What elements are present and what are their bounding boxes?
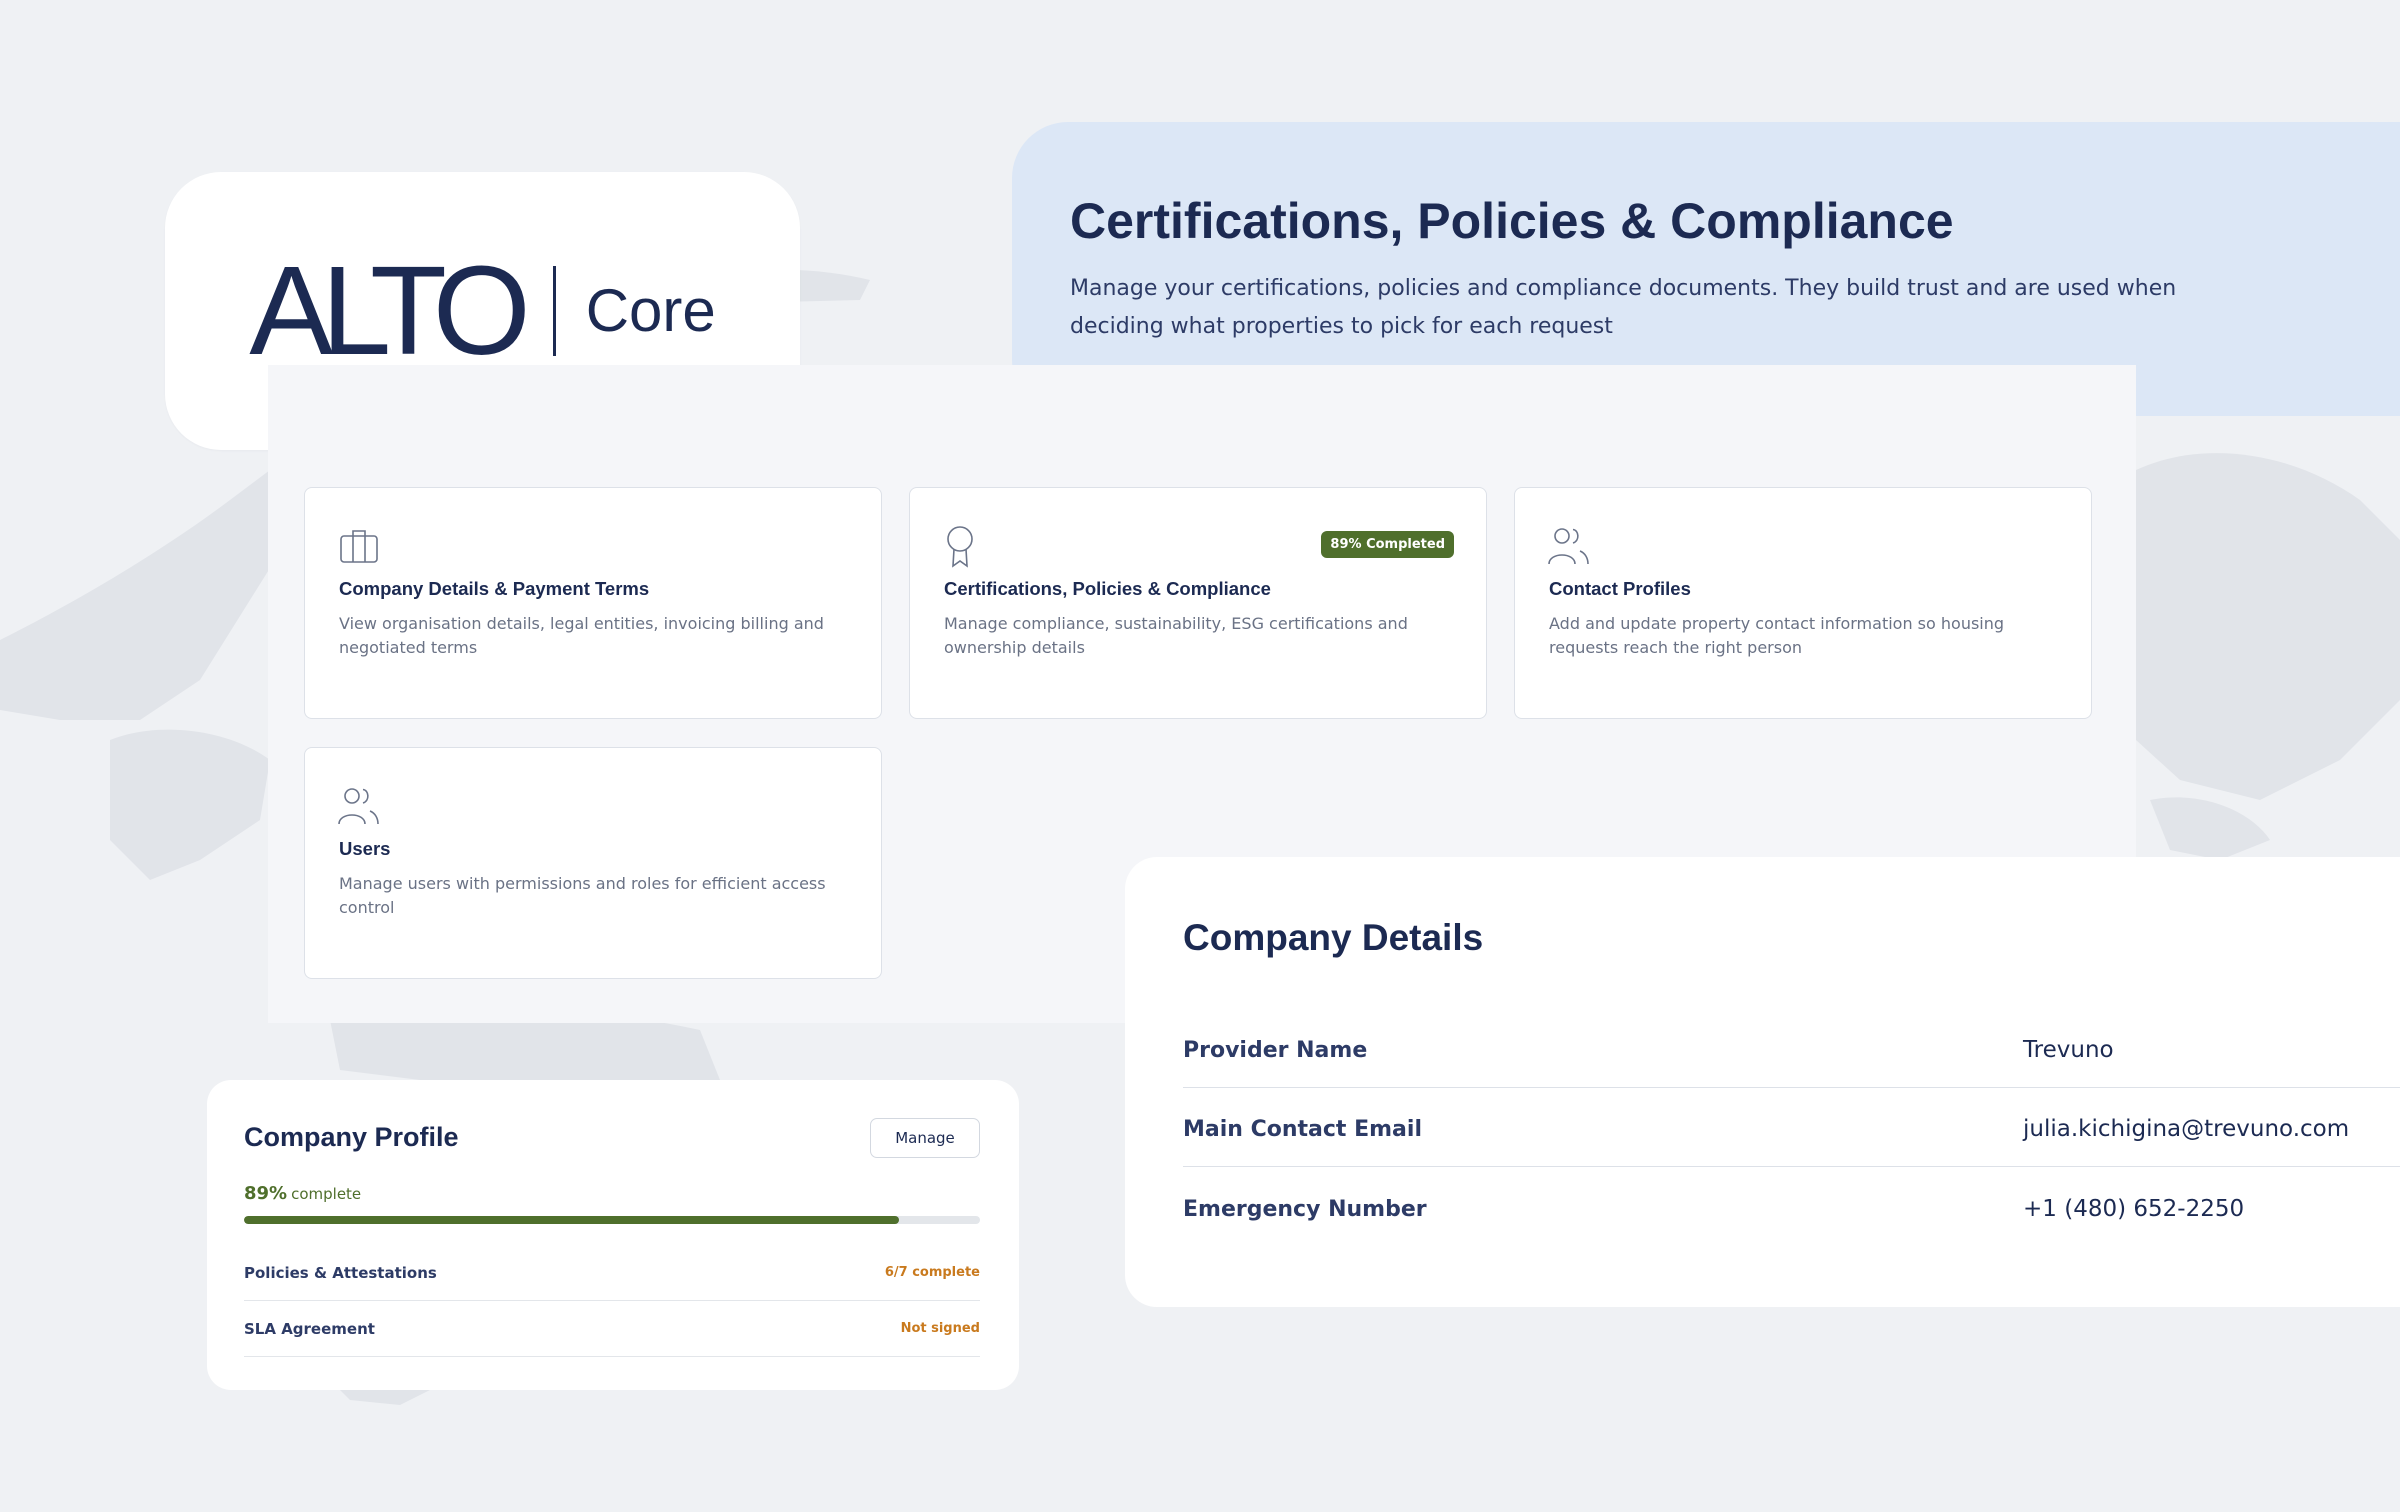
company-profile-card: Company Profile Manage 89% complete Polic… — [207, 1080, 1019, 1390]
users-icon — [1548, 528, 1589, 565]
page-description: Manage your certifications, policies and… — [1070, 276, 2177, 339]
card-title: Contact Profiles — [1549, 578, 1691, 599]
company-details-card: Company Details Provider Name Trevuno Ma… — [1125, 857, 2400, 1307]
detail-value[interactable]: julia.kichigina@trevuno.com — [2023, 1116, 2349, 1142]
card-description: Add and update property contact informat… — [1549, 614, 2005, 657]
brand-logo[interactable]: ALTO Core — [249, 248, 716, 374]
card-users[interactable]: Users Manage users with permissions and … — [304, 747, 882, 979]
detail-label: Emergency Number — [1183, 1197, 1427, 1222]
card-description: View organisation details, legal entitie… — [339, 614, 824, 657]
card-company-details[interactable]: Company Details & Payment Terms View org… — [304, 487, 882, 719]
progress-bar — [244, 1216, 980, 1224]
progress-word: complete — [291, 1185, 362, 1203]
detail-row-provider-name: Provider Name Trevuno — [1183, 1009, 2400, 1088]
row-status: 6/7 complete — [884, 1265, 980, 1280]
profile-row-sla[interactable]: SLA Agreement Not signed — [244, 1301, 980, 1357]
progress-fill — [244, 1216, 900, 1224]
card-description: Manage compliance, sustainability, ESG c… — [944, 614, 1408, 657]
card-title: Certifications, Policies & Compliance — [944, 578, 1271, 599]
manage-button[interactable]: Manage — [870, 1118, 980, 1158]
detail-row-emergency-number: Emergency Number +1 (480) 652-2250 — [1183, 1167, 2400, 1246]
progress-label: 89% complete — [244, 1183, 361, 1204]
card-certifications[interactable]: 89% Completed Certifications, Policies &… — [909, 487, 1487, 719]
detail-row-main-contact-email: Main Contact Email julia.kichigina@trevu… — [1183, 1088, 2400, 1167]
row-label: SLA Agreement — [244, 1319, 375, 1338]
progress-percent: 89% — [244, 1183, 288, 1204]
brand-product-name: Core — [585, 277, 716, 344]
card-title: Company Details & Payment Terms — [339, 578, 650, 599]
detail-value[interactable]: +1 (480) 652-2250 — [2023, 1196, 2244, 1222]
page-title: Certifications, Policies & Compliance — [1070, 193, 1954, 249]
completion-badge: 89% Completed — [1321, 531, 1454, 558]
logo-divider — [552, 266, 556, 356]
card-title: Users — [339, 838, 391, 859]
award-ribbon-icon — [947, 526, 973, 568]
row-status: Not signed — [900, 1321, 980, 1336]
detail-label: Provider Name — [1183, 1038, 1368, 1063]
detail-label: Main Contact Email — [1183, 1117, 1422, 1142]
card-description: Manage users with permissions and roles … — [339, 874, 826, 917]
users-icon — [338, 788, 379, 825]
briefcase-icon — [340, 530, 378, 563]
profile-title: Company Profile — [244, 1122, 459, 1152]
row-label: Policies & Attestations — [244, 1263, 437, 1282]
brand-mark: ALTO — [249, 240, 530, 381]
profile-row-policies[interactable]: Policies & Attestations 6/7 complete — [244, 1245, 980, 1301]
detail-value: Trevuno — [2023, 1037, 2114, 1063]
card-contact-profiles[interactable]: Contact Profiles Add and update property… — [1514, 487, 2092, 719]
details-title: Company Details — [1183, 917, 1484, 958]
